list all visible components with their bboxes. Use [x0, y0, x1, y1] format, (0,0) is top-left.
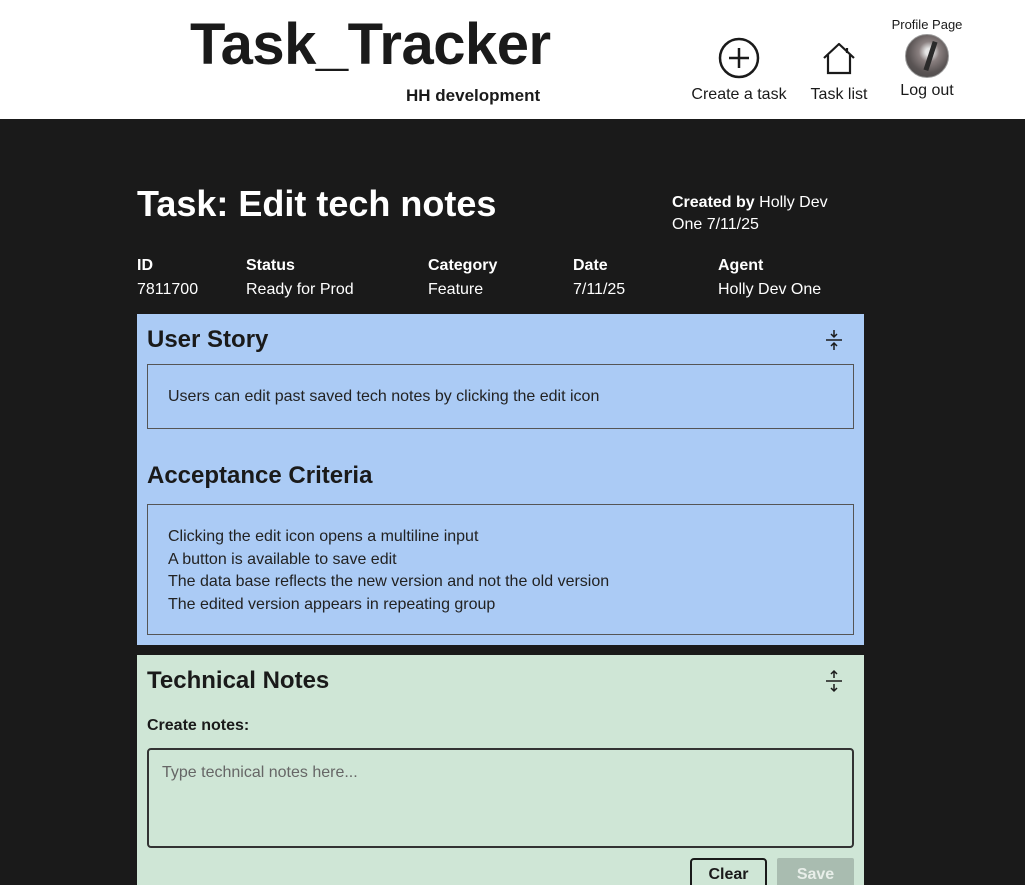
user-story-panel: User Story Users can edit past saved tec… [137, 314, 864, 645]
home-icon [823, 42, 855, 75]
profile-nav[interactable]: Profile Page Log out [886, 17, 968, 100]
collapse-icon[interactable] [824, 328, 844, 352]
meta-status-label: Status [246, 257, 295, 274]
technical-notes-heading: Technical Notes [147, 667, 330, 694]
user-story-text: Users can edit past saved tech notes by … [147, 364, 854, 429]
criteria-item: Clicking the edit icon opens a multiline… [168, 528, 479, 545]
top-header: Task_Tracker HH development Create a tas… [0, 0, 1025, 119]
meta-date-value: 7/11/25 [573, 281, 626, 298]
created-by: Created by Holly Dev One 7/11/25 [672, 192, 852, 236]
acceptance-criteria-heading: Acceptance Criteria [147, 462, 373, 489]
expand-icon[interactable] [824, 669, 844, 693]
clear-button[interactable]: Clear [690, 858, 767, 885]
meta-category-label: Category [428, 257, 498, 274]
task-list-button[interactable]: Task list [806, 36, 872, 104]
meta-category: Category Feature [428, 256, 497, 302]
created-by-label: Created by [672, 194, 755, 211]
plus-circle-icon [718, 37, 760, 79]
criteria-item: A button is available to save edit [168, 550, 397, 568]
meta-status-value: Ready for Prod [246, 281, 354, 298]
meta-category-value: Feature [428, 281, 484, 298]
meta-id-value: 7811700 [137, 281, 199, 298]
create-task-button[interactable]: Create a task [686, 36, 792, 104]
criteria-item: The edited version appears in repeating … [168, 595, 496, 613]
meta-agent-value: Holly Dev One [718, 281, 822, 298]
meta-id: ID 7811700 [137, 256, 198, 302]
logout-link[interactable]: Log out [886, 82, 968, 100]
technical-notes-panel: Technical Notes Create notes: Clear Save [137, 655, 864, 885]
technical-notes-input[interactable] [147, 748, 854, 848]
criteria-item: The data base reflects the new version a… [168, 573, 610, 590]
avatar[interactable] [905, 34, 949, 78]
meta-id-label: ID [137, 257, 153, 274]
task-title: Task: Edit tech notes [137, 183, 497, 224]
meta-agent: Agent Holly Dev One [718, 256, 821, 302]
app-subtitle: HH development [406, 86, 541, 105]
profile-page-label: Profile Page [891, 17, 963, 32]
meta-date-label: Date [573, 257, 608, 274]
meta-date: Date 7/11/25 [573, 256, 625, 302]
user-story-heading: User Story [147, 326, 269, 353]
save-button[interactable]: Save [777, 858, 854, 885]
app-title: Task_Tracker [190, 12, 551, 77]
task-list-label: Task list [810, 86, 868, 103]
create-notes-label: Create notes: [147, 717, 250, 734]
acceptance-criteria-box: Clicking the edit icon opens a multiline… [147, 504, 854, 635]
create-task-label: Create a task [691, 86, 787, 103]
meta-agent-label: Agent [718, 257, 764, 274]
meta-status: Status Ready for Prod [246, 256, 354, 302]
